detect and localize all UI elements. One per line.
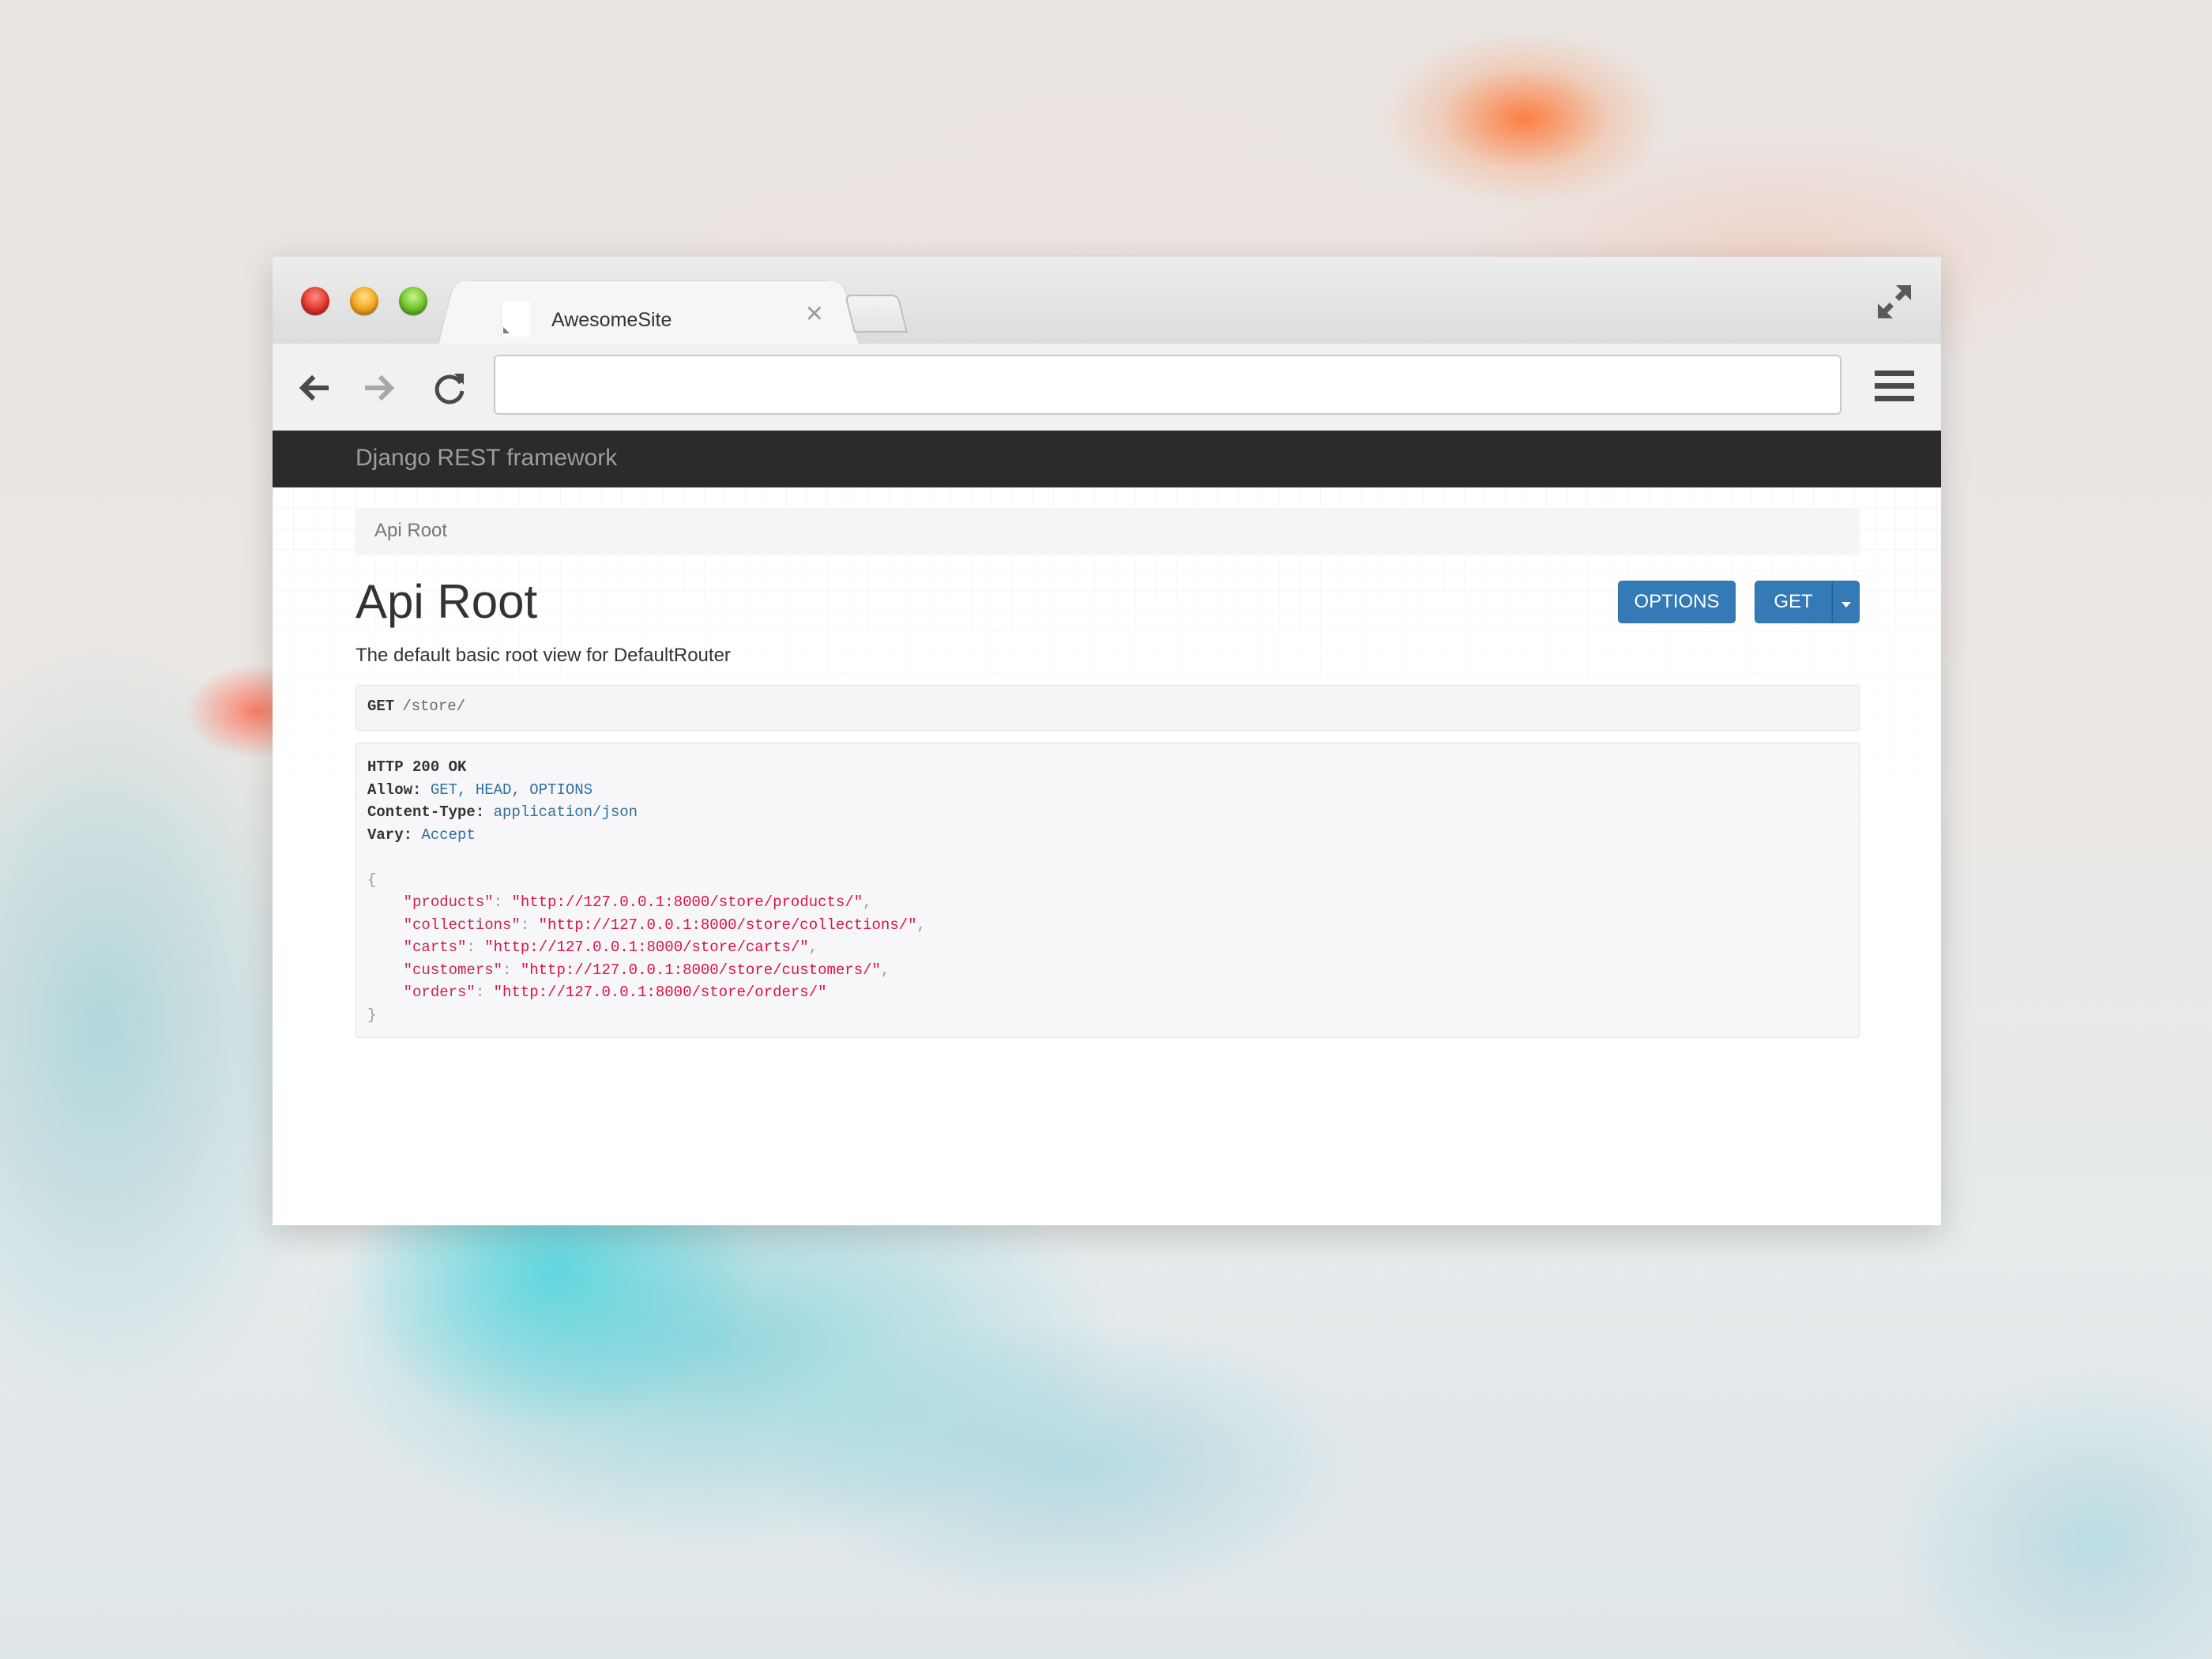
fullscreen-icon[interactable] <box>1875 282 1914 322</box>
response-header-row: Allow: GET, HEAD, OPTIONS <box>367 779 1848 802</box>
back-arrow-icon[interactable] <box>295 369 333 407</box>
header-key: Content-Type: <box>367 803 485 821</box>
header-value: Accept <box>421 826 476 844</box>
response-header-row: Vary: Accept <box>367 824 1848 847</box>
json-url-link[interactable]: "http://127.0.0.1:8000/store/orders/" <box>494 984 827 1001</box>
response-status: HTTP 200 OK <box>367 758 467 776</box>
json-url-link[interactable]: "http://127.0.0.1:8000/store/customers/" <box>521 961 881 979</box>
json-row: "collections": "http://127.0.0.1:8000/st… <box>403 916 926 934</box>
header-key: Allow: <box>367 781 422 799</box>
json-key: "orders" <box>403 984 476 1001</box>
json-url-link[interactable]: "http://127.0.0.1:8000/store/carts/" <box>484 939 808 956</box>
breadcrumb: Api Root <box>356 508 1860 555</box>
page-favicon-icon <box>501 302 530 337</box>
address-bar-input[interactable] <box>494 355 1841 415</box>
title-bar: AwesomeSite × <box>273 257 1941 346</box>
browser-toolbar <box>273 344 1941 431</box>
navbar-brand-link[interactable]: Django REST framework <box>356 445 617 472</box>
top-navbar: Django REST framework <box>273 431 1941 487</box>
json-url-link[interactable]: "http://127.0.0.1:8000/store/products/" <box>511 893 863 911</box>
json-key: "customers" <box>403 961 503 979</box>
tab-close-icon[interactable]: × <box>806 299 823 329</box>
close-window-button[interactable] <box>301 287 329 315</box>
reload-icon[interactable] <box>431 369 468 407</box>
json-row: "orders": "http://127.0.0.1:8000/store/o… <box>403 984 827 1001</box>
caret-down-icon <box>1841 602 1851 608</box>
browser-window: AwesomeSite × Django REST framework Api … <box>273 257 1941 1225</box>
new-tab-button[interactable] <box>845 295 908 333</box>
forward-arrow-icon[interactable] <box>361 369 399 407</box>
header-key: Vary: <box>367 826 413 844</box>
json-key: "collections" <box>403 916 521 934</box>
breadcrumb-item-api-root[interactable]: Api Root <box>374 520 447 541</box>
request-path: /store/ <box>402 698 466 715</box>
browser-tab[interactable]: AwesomeSite × <box>462 280 835 346</box>
header-value: GET, HEAD, OPTIONS <box>430 781 593 799</box>
request-method: GET <box>367 698 395 715</box>
json-row: "products": "http://127.0.0.1:8000/store… <box>403 893 872 911</box>
response-header-row: Content-Type: application/json <box>367 801 1848 824</box>
minimize-window-button[interactable] <box>350 287 378 315</box>
json-close-brace: } <box>367 1006 377 1024</box>
get-format-dropdown-button[interactable] <box>1832 581 1860 623</box>
response-info: HTTP 200 OK Allow: GET, HEAD, OPTIONS Cont… <box>356 743 1860 1038</box>
view-description: The default basic root view for DefaultR… <box>356 645 731 666</box>
get-button[interactable]: GET <box>1755 581 1832 623</box>
json-row: "carts": "http://127.0.0.1:8000/store/ca… <box>403 939 818 956</box>
zoom-window-button[interactable] <box>399 287 427 315</box>
request-info: GET/store/ <box>356 685 1860 731</box>
json-row: "customers": "http://127.0.0.1:8000/stor… <box>403 961 890 979</box>
page-title: Api Root <box>356 575 538 628</box>
json-open-brace: { <box>367 871 377 889</box>
json-key: "products" <box>403 893 494 911</box>
tab-title: AwesomeSite <box>551 309 672 331</box>
json-key: "carts" <box>403 939 467 956</box>
hamburger-menu-icon[interactable] <box>1875 369 1914 404</box>
header-value: application/json <box>493 803 638 821</box>
json-url-link[interactable]: "http://127.0.0.1:8000/store/collections… <box>539 916 917 934</box>
options-button[interactable]: OPTIONS <box>1618 581 1736 623</box>
